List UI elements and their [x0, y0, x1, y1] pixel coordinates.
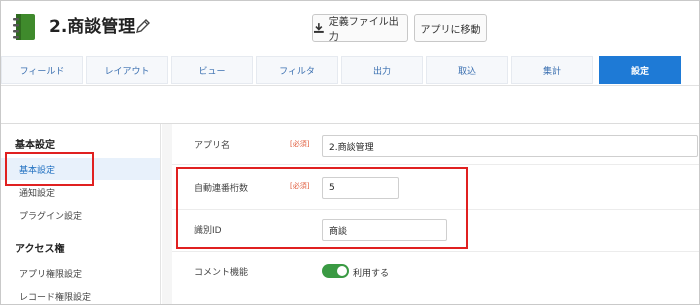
sidebar-item-record-permission[interactable]: レコード権限設定	[1, 285, 160, 305]
identifier-input[interactable]	[322, 219, 447, 241]
sidebar-item-app-permission[interactable]: アプリ権限設定	[1, 262, 160, 284]
row-divider	[172, 164, 699, 165]
sidebar-item-plugin[interactable]: プラグイン設定	[1, 204, 160, 226]
row-divider	[172, 209, 699, 210]
tab-aggregate[interactable]: 集計	[511, 56, 593, 84]
export-definition-label: 定義ファイル出力	[328, 17, 399, 43]
auto-number-label: 自動連番桁数	[194, 184, 249, 194]
tab-layout[interactable]: レイアウト	[86, 56, 168, 84]
comment-toggle[interactable]	[322, 264, 349, 278]
app-name-label: アプリ名	[194, 141, 231, 151]
settings-sidebar: 基本設定 基本設定 通知設定 プラグイン設定 アクセス権 アプリ権限設定 レコー…	[1, 124, 161, 304]
tab-view[interactable]: ビュー	[171, 56, 253, 84]
comment-feature-label: コメント機能	[194, 268, 249, 278]
app-name-required-badge: [必須]	[290, 140, 310, 148]
export-definition-button[interactable]: 定義ファイル出力	[312, 14, 408, 43]
app-title: 2.商談管理	[49, 17, 136, 37]
notebook-icon	[13, 14, 35, 40]
app-header: 2.商談管理 定義ファイル出力 アプリに移動	[1, 1, 699, 53]
sidebar-section-basic: 基本設定	[15, 140, 55, 151]
tab-output[interactable]: 出力	[341, 56, 423, 84]
move-to-app-label: アプリに移動	[420, 24, 481, 36]
app-name-input[interactable]	[322, 135, 698, 157]
tab-import[interactable]: 取込	[426, 56, 508, 84]
move-to-app-button[interactable]: アプリに移動	[414, 14, 487, 42]
toggle-knob	[337, 266, 347, 276]
pencil-icon[interactable]	[134, 17, 152, 35]
settings-tabs: フィールド レイアウト ビュー フィルタ 出力 取込 集計 設定	[1, 56, 699, 84]
sidebar-section-access: アクセス権	[15, 244, 65, 255]
download-icon	[313, 23, 324, 33]
tab-filter[interactable]: フィルタ	[256, 56, 338, 84]
auto-number-required-badge: [必須]	[290, 182, 310, 190]
sidebar-item-basic-settings[interactable]: 基本設定	[1, 158, 160, 180]
toolbar-space	[1, 86, 699, 123]
sidebar-item-notification[interactable]: 通知設定	[1, 181, 160, 203]
tab-field[interactable]: フィールド	[1, 56, 83, 84]
auto-number-input[interactable]	[322, 177, 399, 199]
row-divider	[172, 251, 699, 252]
identifier-label: 識別ID	[194, 226, 222, 236]
comment-toggle-label: 利用する	[353, 269, 390, 279]
tab-settings[interactable]: 設定	[599, 56, 681, 84]
